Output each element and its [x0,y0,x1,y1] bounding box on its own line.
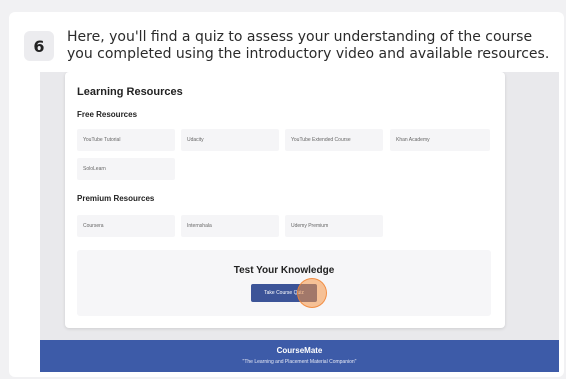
resource-sololearn[interactable]: SoloLearn [77,158,175,180]
resource-youtube-extended-course[interactable]: YouTube Extended Course [285,129,383,151]
footer-tagline: "The Learning and Placement Material Com… [242,359,357,365]
step-instruction: Here, you'll find a quiz to assess your … [67,29,550,62]
footer-brand: CourseMate [276,346,323,355]
screenshot-frame: Learning Resources Free Resources YouTub… [40,72,559,372]
resource-youtube-tutorial[interactable]: YouTube Tutorial [77,129,175,151]
panel-title: Learning Resources [77,86,183,98]
footer: CourseMate "The Learning and Placement M… [40,340,559,372]
resource-internshala[interactable]: Internshala [181,215,279,237]
page: 6 Here, you'll find a quiz to assess you… [0,0,566,379]
step-number-badge: 6 [24,31,54,61]
resource-udemy-premium[interactable]: Udemy Premium [285,215,383,237]
resource-khan-academy[interactable]: Khan Academy [390,129,490,151]
resource-coursera[interactable]: Coursera [77,215,175,237]
learning-resources-panel: Learning Resources Free Resources YouTub… [65,72,505,328]
premium-resources-heading: Premium Resources [77,194,155,203]
quiz-title: Test Your Knowledge [233,265,335,276]
take-course-quiz-button[interactable]: Take Course Quiz [251,284,317,302]
quiz-section: Test Your Knowledge Take Course Quiz [77,250,491,316]
resource-udacity[interactable]: Udacity [181,129,279,151]
free-resources-heading: Free Resources [77,110,138,119]
